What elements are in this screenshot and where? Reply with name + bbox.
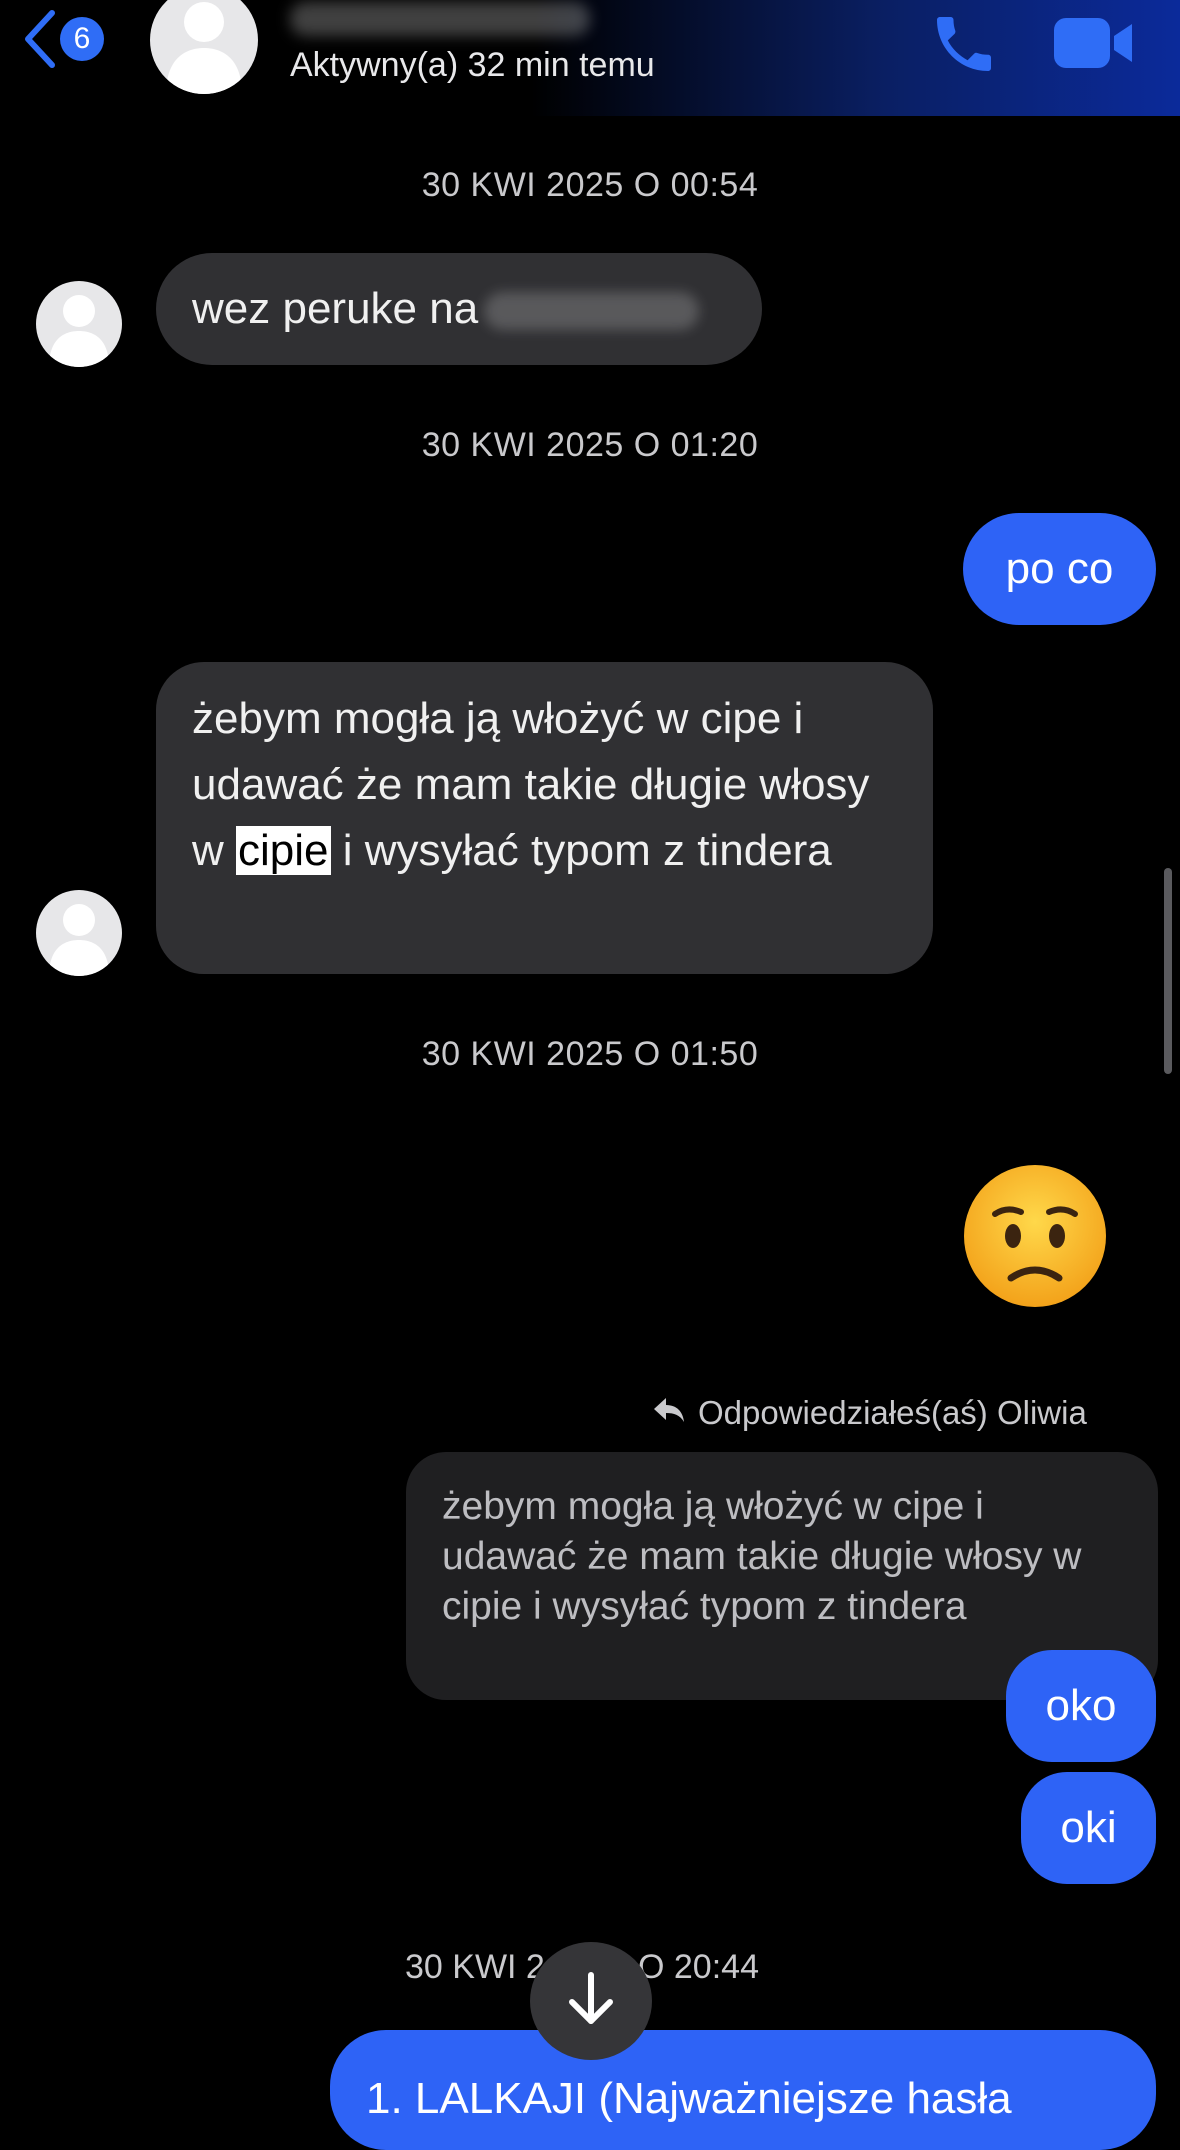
worried-face-emoji	[964, 1165, 1106, 1307]
outgoing-message-bubble[interactable]: 1. LALKAJI (Najważniejsze hasła	[330, 2030, 1156, 2150]
contact-name-redacted[interactable]	[290, 2, 590, 36]
outgoing-message-bubble[interactable]: oko	[1006, 1650, 1156, 1762]
timestamp: 30 KWI 2025 O 00:54	[421, 166, 759, 204]
active-status: Aktywny(a) 32 min temu	[290, 46, 655, 84]
message-text: 1. LALKAJI (Najważniejsze hasła	[366, 2074, 1012, 2123]
outgoing-message-bubble[interactable]: oki	[1021, 1772, 1156, 1884]
highlighted-text: cipie	[236, 826, 331, 875]
timestamp: 30 KWI 2025 O 01:50	[421, 1035, 759, 1073]
outgoing-message-bubble[interactable]: po co	[963, 513, 1156, 625]
scroll-to-bottom-button[interactable]	[530, 1942, 652, 2060]
reply-indicator: Odpowiedziałeś(aś) Oliwia	[652, 1394, 1087, 1432]
video-camera-icon	[1052, 18, 1136, 76]
redacted-text	[484, 292, 700, 331]
chevron-left-icon	[22, 9, 56, 69]
message-text: i wysyłać typom z tindera	[330, 826, 832, 875]
timestamp: 30 KWI 2025 O 01:20	[421, 426, 759, 464]
incoming-message-bubble[interactable]: żebym mogła ją włożyć w cipe i udawać że…	[156, 662, 933, 974]
video-call-button[interactable]	[1052, 14, 1136, 72]
timestamp-left: 30 KWI 2	[405, 1948, 545, 1986]
sender-avatar[interactable]	[36, 890, 122, 976]
emoji-message[interactable]	[960, 1162, 1110, 1312]
message-text: wez peruke na	[192, 284, 479, 333]
sender-avatar[interactable]	[36, 281, 122, 367]
message-text: oko	[1045, 1681, 1117, 1730]
arrow-down-icon	[568, 1971, 614, 2032]
timestamp-right: O 20:44	[638, 1948, 759, 1986]
call-button[interactable]	[928, 8, 1000, 80]
back-button[interactable]: 6	[22, 8, 122, 70]
reply-arrow-icon	[652, 1394, 686, 1432]
incoming-message-bubble[interactable]: wez peruke na	[156, 253, 762, 365]
unread-count-badge: 6	[60, 17, 104, 61]
reply-label-text: Odpowiedziałeś(aś) Oliwia	[698, 1394, 1087, 1431]
phone-icon	[928, 17, 1000, 84]
message-text: po co	[1005, 544, 1114, 593]
quoted-text: żebym mogła ją włożyć w cipe i udawać że…	[442, 1485, 1082, 1628]
message-text: oki	[1060, 1803, 1117, 1852]
